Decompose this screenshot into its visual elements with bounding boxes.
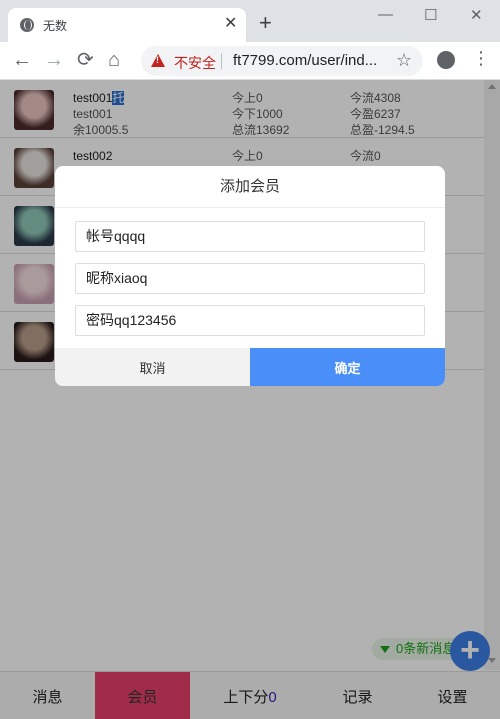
insecure-label[interactable]: 不安全 — [174, 53, 216, 73]
browser-menu-icon[interactable]: ⋮ — [472, 49, 490, 67]
tab-close-icon[interactable]: ✕ — [224, 14, 237, 34]
account-field[interactable]: 帐号qqqq — [75, 221, 425, 252]
dialog-title: 添加会员 — [55, 166, 445, 208]
address-bar[interactable]: 不安全 ft7799.com/user/ind... ☆ — [141, 46, 423, 76]
back-icon[interactable]: ← — [12, 49, 32, 71]
cancel-button[interactable]: 取消 — [55, 348, 250, 386]
forward-icon[interactable]: → — [44, 49, 64, 71]
window-close-icon[interactable]: ✕ — [470, 6, 483, 24]
warning-icon[interactable] — [151, 54, 165, 67]
add-member-dialog: 添加会员 帐号qqqq 昵称xiaoq 密码qq123456 取消 确定 — [55, 166, 445, 386]
browser-tab[interactable]: 无数 ✕ — [8, 8, 246, 42]
maximize-icon[interactable]: ☐ — [424, 6, 437, 24]
globe-icon — [20, 18, 34, 32]
nickname-field[interactable]: 昵称xiaoq — [75, 263, 425, 294]
new-tab-icon[interactable]: + — [259, 12, 272, 34]
home-icon[interactable]: ⌂ — [108, 49, 120, 71]
browser-tab-bar: 无数 ✕ + — ☐ ✕ — [0, 0, 500, 42]
profile-icon[interactable] — [437, 51, 455, 69]
omnibox-divider — [221, 53, 222, 69]
tab-title: 无数 — [43, 19, 68, 33]
confirm-button[interactable]: 确定 — [250, 348, 445, 386]
bookmark-star-icon[interactable]: ☆ — [396, 50, 412, 71]
url-text[interactable]: ft7799.com/user/ind... — [233, 52, 377, 69]
browser-toolbar: ← → ⟳ ⌂ 不安全 ft7799.com/user/ind... ☆ — [0, 42, 500, 80]
minimize-icon[interactable]: — — [378, 6, 393, 23]
password-field[interactable]: 密码qq123456 — [75, 305, 425, 336]
reload-icon[interactable]: ⟳ — [77, 49, 94, 71]
